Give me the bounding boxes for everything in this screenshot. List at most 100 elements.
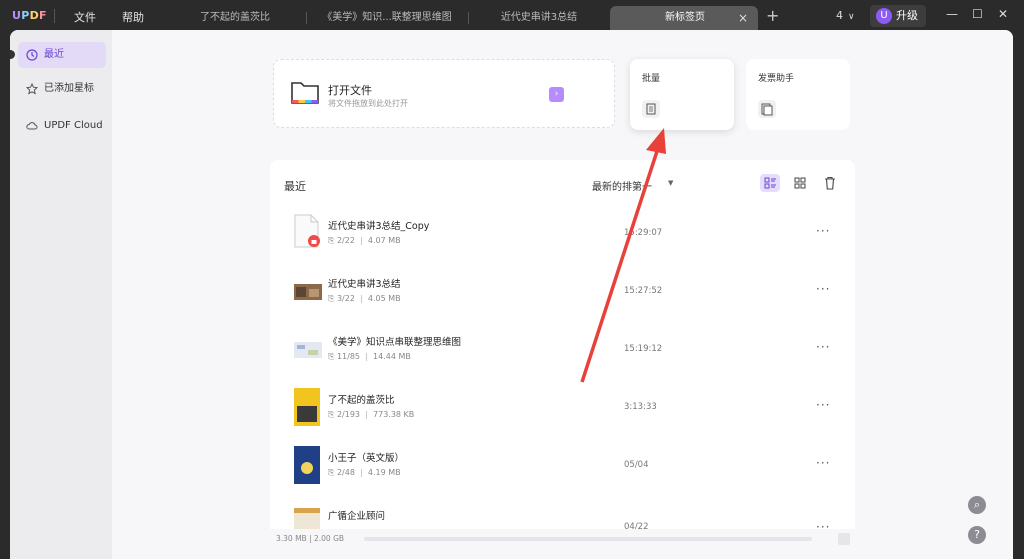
file-time: 15:27:52 — [624, 286, 663, 296]
app-frame: 最近 已添加星标 UPDF Cloud 打开文件 将文件拖放到此处打开 › 批量… — [10, 30, 1013, 559]
file-name: 近代史串讲3总结_Copy — [328, 221, 430, 232]
menu-divider — [54, 9, 55, 23]
file-pages: 2/22 — [336, 236, 355, 245]
more-options-button[interactable]: ··· — [816, 282, 830, 296]
menu-help[interactable]: 帮助 — [122, 9, 144, 25]
list-view-button[interactable] — [760, 174, 780, 192]
caret-down-icon[interactable]: ▼ — [668, 179, 673, 187]
file-meta: ⎘ 2/22 4.07 MB — [328, 236, 401, 245]
upgrade-label: 升级 — [896, 9, 918, 22]
tab-aesthetics[interactable]: 《美学》知识...联整理思维图 — [312, 6, 462, 32]
sort-dropdown[interactable]: 最新的排第一 — [592, 178, 652, 193]
grid-view-icon — [794, 177, 806, 189]
cloud-icon — [26, 122, 38, 130]
file-row[interactable]: 近代史串讲3总结_Copy ⎘ 2/22 4.07 MB 15:29:07 ··· — [270, 204, 855, 262]
file-meta: ⎘ 3/22 4.05 MB — [328, 294, 401, 303]
tab-history[interactable]: 近代史串讲3总结 — [474, 6, 604, 32]
storage-usage: 3.30 MB | 2.00 GB — [276, 534, 345, 543]
file-thumbnail — [294, 446, 320, 484]
file-thumbnail — [294, 388, 320, 426]
sidebar-item-cloud[interactable]: UPDF Cloud — [18, 113, 106, 139]
file-size: 4.05 MB — [367, 294, 401, 303]
open-file-dropzone[interactable]: 打开文件 将文件拖放到此处打开 › — [273, 59, 615, 128]
tab-gatsby[interactable]: 了不起的盖茨比 — [170, 6, 300, 32]
tab-divider — [468, 12, 469, 24]
window-count[interactable]: 4 ∨ — [836, 9, 855, 22]
trash-icon — [825, 176, 835, 190]
file-size: 4.07 MB — [367, 236, 401, 245]
file-meta: ⎘ 2/193 773.38 KB — [328, 410, 415, 419]
more-options-button[interactable]: ··· — [816, 456, 830, 470]
maximize-button[interactable]: ☐ — [972, 7, 983, 21]
file-name: 广循企业顾问 — [328, 511, 386, 522]
file-name: 了不起的盖茨比 — [328, 395, 395, 406]
more-options-button[interactable]: ··· — [816, 398, 830, 412]
batch-card[interactable]: 批量 — [630, 59, 734, 130]
sidebar-collapse-handle[interactable] — [10, 50, 15, 59]
folder-icon — [291, 82, 319, 104]
invoice-assistant-card[interactable]: 发票助手 — [746, 59, 850, 130]
storage-footer: 3.30 MB | 2.00 GB — [270, 529, 855, 559]
file-time: 3:13:33 — [624, 402, 657, 412]
upgrade-button[interactable]: U 升级 — [870, 5, 926, 27]
star-icon — [26, 83, 38, 95]
sidebar-item-label: 已添加星标 — [44, 83, 94, 94]
more-options-button[interactable]: ··· — [816, 340, 830, 354]
open-file-title: 打开文件 — [328, 84, 372, 97]
add-tab-button[interactable]: + — [766, 6, 779, 25]
more-options-button[interactable]: ··· — [816, 224, 830, 238]
tab-divider — [306, 12, 307, 24]
clock-icon — [26, 49, 38, 61]
open-file-arrow-button[interactable]: › — [549, 87, 564, 102]
add-storage-button[interactable] — [838, 533, 850, 545]
file-size: 14.44 MB — [373, 352, 411, 361]
batch-icon — [642, 100, 660, 118]
window-count-value: 4 — [836, 9, 843, 22]
file-thumbnail — [294, 284, 322, 300]
file-pages: 2/193 — [336, 410, 361, 419]
invoice-title: 发票助手 — [758, 74, 795, 84]
file-thumbnail — [294, 342, 322, 358]
grid-view-button[interactable] — [790, 174, 810, 192]
file-time: 15:29:07 — [624, 228, 663, 238]
search-float-button[interactable]: ⌕ — [968, 496, 986, 514]
open-file-subtitle: 将文件拖放到此处打开 — [328, 99, 408, 108]
invoice-icon — [758, 100, 776, 118]
file-size: 4.19 MB — [367, 468, 401, 477]
sidebar-item-starred[interactable]: 已添加星标 — [18, 76, 106, 102]
tab-new[interactable]: 新标签页 × — [610, 6, 758, 32]
file-row[interactable]: 近代史串讲3总结 ⎘ 3/22 4.05 MB 15:27:52 ··· — [270, 262, 855, 320]
file-name: 小王子（英文版） — [328, 453, 405, 464]
locked-file-thumbnail — [294, 214, 320, 248]
user-avatar: U — [876, 8, 892, 24]
file-pages: 11/85 — [336, 352, 361, 361]
list-view-icon — [764, 177, 776, 189]
file-time: 05/04 — [624, 460, 649, 470]
menu-file[interactable]: 文件 — [74, 9, 96, 25]
minimize-button[interactable]: — — [946, 7, 958, 21]
file-pages: 2/48 — [336, 468, 355, 477]
file-name: 近代史串讲3总结 — [328, 279, 401, 290]
file-name: 《美学》知识点串联整理思维图 — [328, 337, 462, 348]
main-content: 打开文件 将文件拖放到此处打开 › 批量 发票助手 最近 最新的排第一 ▼ 近代… — [112, 30, 1013, 559]
file-row[interactable]: 小王子（英文版） ⎘ 2/48 4.19 MB 05/04 ··· — [270, 436, 855, 494]
tab-new-label: 新标签页 — [665, 12, 705, 23]
recent-heading: 最近 — [284, 180, 306, 193]
batch-title: 批量 — [642, 74, 661, 84]
close-tab-icon[interactable]: × — [738, 6, 748, 30]
file-row[interactable]: 《美学》知识点串联整理思维图 ⎘ 11/85 14.44 MB 15:19:12 … — [270, 320, 855, 378]
sidebar-item-recent[interactable]: 最近 — [18, 42, 106, 68]
close-window-button[interactable]: ✕ — [998, 7, 1008, 21]
file-row[interactable]: 了不起的盖茨比 ⎘ 2/193 773.38 KB 3:13:33 ··· — [270, 378, 855, 436]
recent-files-panel: 最近 最新的排第一 ▼ 近代史串讲3总结_Copy ⎘ 2/224.07 MB — [270, 160, 855, 559]
file-meta: ⎘ 11/85 14.44 MB — [328, 352, 411, 361]
file-time: 15:19:12 — [624, 344, 663, 354]
sidebar-item-label: 最近 — [44, 49, 64, 60]
file-pages: 3/22 — [336, 294, 355, 303]
trash-button[interactable] — [820, 174, 840, 192]
help-float-button[interactable]: ? — [968, 526, 986, 544]
sidebar: 最近 已添加星标 UPDF Cloud — [10, 30, 112, 559]
sidebar-item-label: UPDF Cloud — [44, 120, 103, 131]
chevron-down-icon: ∨ — [848, 12, 855, 22]
updf-logo[interactable]: UPDF — [12, 9, 47, 22]
